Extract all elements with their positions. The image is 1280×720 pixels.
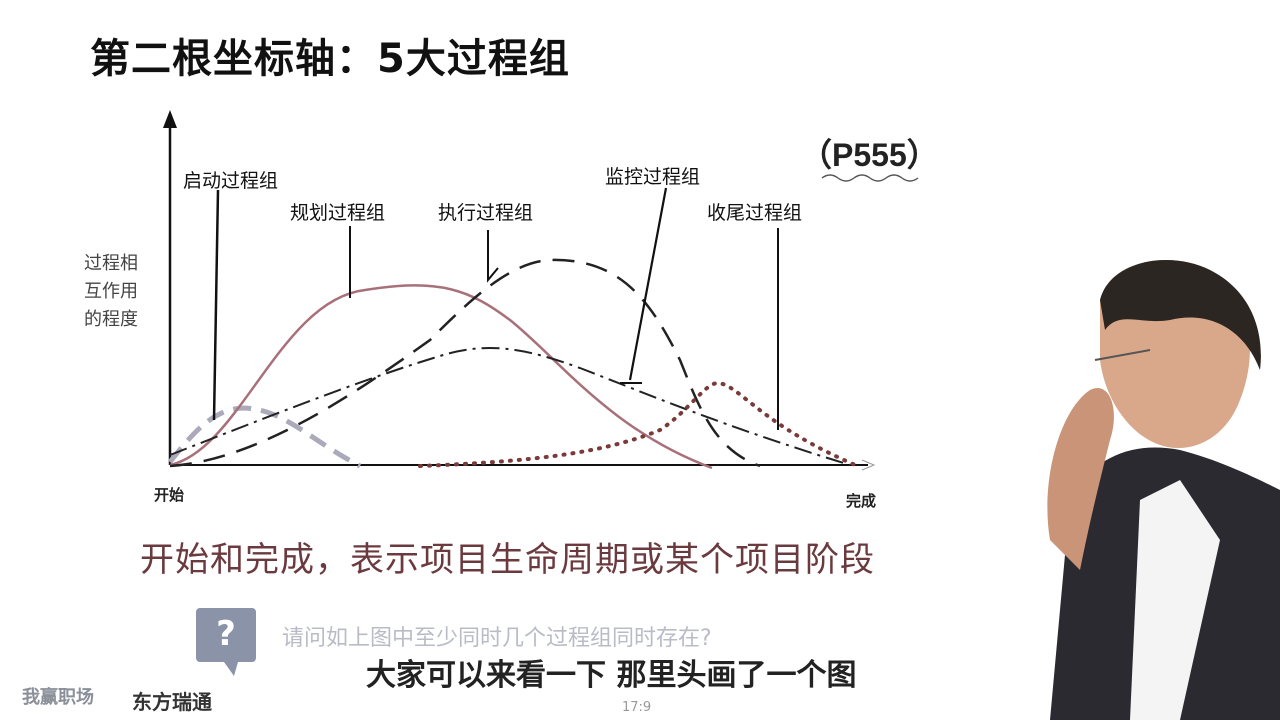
label-initiating: 启动过程组: [183, 170, 279, 192]
presenter-image: [1047, 260, 1280, 720]
executing-pointer: [487, 230, 499, 283]
monitoring-curve: [169, 347, 851, 466]
x-axis-end-label: 完成: [846, 492, 877, 510]
brand-logo-right: 东方瑞通: [132, 690, 212, 714]
page-reference: （P555）: [800, 137, 939, 173]
closing-curve: [418, 380, 862, 469]
monitoring-pointer: [628, 187, 668, 381]
x-axis-start-label: 开始: [154, 486, 185, 504]
initiating-pointer: [212, 189, 220, 421]
label-planning: 规划过程组: [290, 202, 386, 224]
caption-text: 开始和完成，表示项目生命周期或某个项目阶段: [140, 540, 875, 580]
initiating-curve: [168, 405, 362, 469]
video-subtitle: 大家可以来看一下 那里头画了一个图: [366, 658, 857, 693]
page-number: 17:9: [622, 700, 652, 715]
brand-logo-left: 我赢职场: [22, 687, 94, 708]
question-mark-glyph: ?: [216, 614, 236, 654]
question-text: 请问如上图中至少同时几个过程组同时存在?: [282, 626, 712, 651]
label-closing: 收尾过程组: [707, 202, 803, 224]
y-axis-arrow: [163, 110, 177, 128]
label-monitoring: 监控过程组: [605, 166, 701, 188]
label-executing: 执行过程组: [438, 202, 534, 224]
executing-curve: [169, 258, 761, 468]
y-axis-label: 过程相互作用的程度: [84, 253, 138, 330]
question-icon: ?: [196, 608, 256, 676]
